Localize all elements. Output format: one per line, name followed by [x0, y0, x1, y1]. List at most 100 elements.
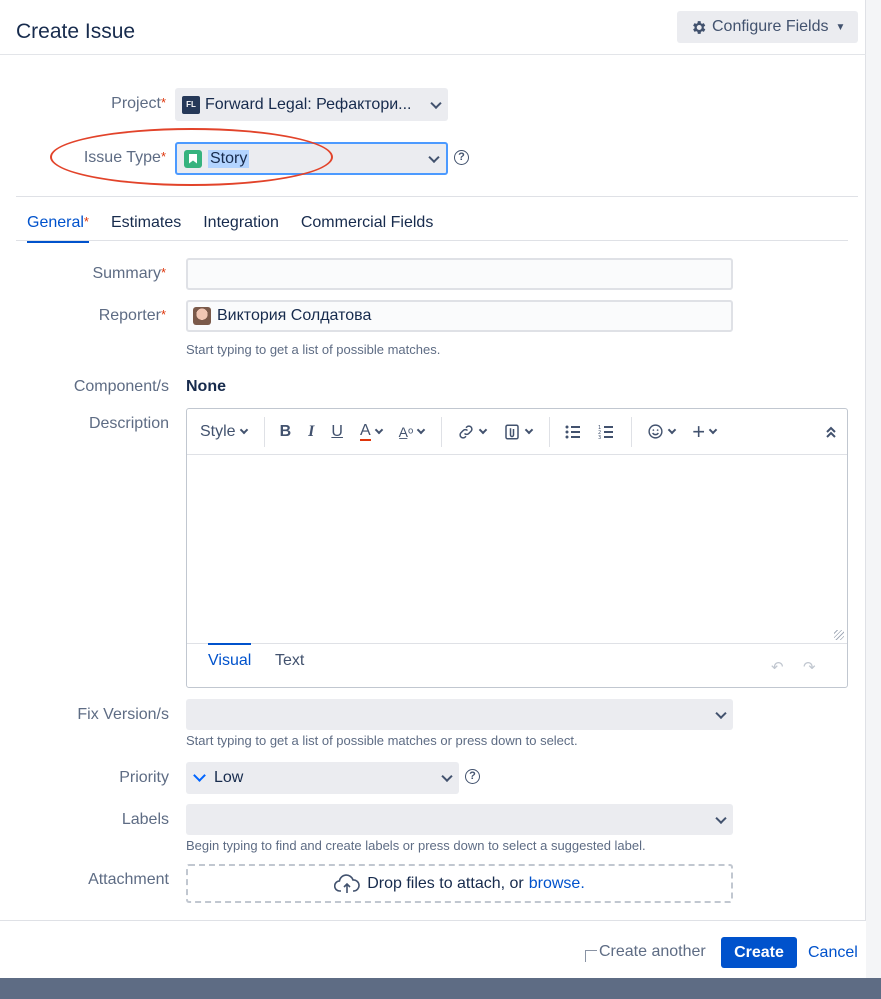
insert-more-icon[interactable]: +	[692, 420, 718, 444]
tab-integration[interactable]: Integration	[203, 214, 279, 240]
field-tabs: General* Estimates Integration Commercia…	[27, 214, 455, 243]
summary-input[interactable]	[186, 258, 733, 290]
priority-low-icon	[193, 769, 206, 782]
toolbar-separator	[549, 416, 551, 447]
tab-visual[interactable]: Visual	[208, 643, 252, 670]
chevron-down-icon	[524, 425, 534, 434]
priority-label: Priority	[119, 769, 169, 786]
toolbar-separator	[441, 416, 443, 447]
reporter-input[interactable]: Виктория Солдатова	[186, 300, 733, 332]
attachment-icon[interactable]	[503, 420, 534, 444]
project-avatar-icon: FL	[182, 95, 200, 114]
toolbar-separator	[263, 416, 265, 447]
issue-type-label: Issue Type*	[83, 149, 166, 166]
tab-general[interactable]: General*	[27, 214, 89, 243]
tabs-underline	[16, 240, 848, 241]
summary-label: Summary*	[92, 265, 166, 282]
configure-fields-button[interactable]: Configure Fields ▼	[677, 11, 858, 43]
numbered-list-icon[interactable]: 123	[598, 420, 614, 444]
cloud-upload-icon	[334, 873, 361, 893]
redo-icon[interactable]: ↷	[803, 658, 821, 676]
chevron-down-icon	[708, 425, 718, 434]
components-label: Component/s	[73, 378, 169, 395]
story-icon	[184, 149, 202, 168]
attachment-label: Attachment	[88, 871, 169, 888]
description-editor: Style B I U A A̲ᵒ 1 2 3 + Visual Text ↶ …	[186, 408, 848, 688]
section-divider	[16, 196, 858, 197]
undo-icon[interactable]: ↶	[771, 658, 789, 676]
priority-select[interactable]: Low	[186, 762, 459, 794]
required-marker: *	[160, 95, 166, 110]
chevron-down-icon	[441, 770, 453, 783]
backdrop-overlay	[0, 978, 881, 999]
chevron-down-icon	[478, 425, 488, 434]
checkbox-icon	[585, 950, 597, 962]
dialog-footer: Create another Create Cancel	[0, 920, 866, 978]
chevron-down-icon	[374, 425, 383, 434]
collapse-toolbar-icon[interactable]	[825, 420, 837, 444]
reporter-hint: Start typing to get a list of possible m…	[186, 342, 441, 357]
editor-toolbar: Style B I U A A̲ᵒ 1 2 3 +	[187, 409, 847, 455]
create-issue-dialog: Create Issue Configure Fields ▼ Project*…	[0, 0, 866, 978]
issue-type-select[interactable]: Story	[175, 142, 448, 175]
avatar	[193, 307, 211, 325]
description-label: Description	[88, 415, 169, 432]
scrollbar-track[interactable]	[866, 0, 881, 978]
link-icon[interactable]	[457, 420, 488, 444]
chevron-down-icon	[715, 707, 727, 719]
browse-link[interactable]: browse.	[529, 875, 585, 893]
reporter-value: Виктория Солдатова	[217, 307, 372, 324]
bullet-list-icon[interactable]	[565, 420, 581, 444]
required-marker: *	[160, 265, 166, 280]
tab-text[interactable]: Text	[275, 652, 304, 670]
attachment-dropzone[interactable]: Drop files to attach, or browse.	[186, 864, 733, 903]
resize-handle-icon[interactable]	[834, 630, 844, 640]
required-marker: *	[160, 307, 166, 322]
create-another-label: Create another	[599, 943, 706, 960]
chevron-down-icon	[667, 425, 677, 434]
project-label: Project*	[111, 95, 166, 112]
cancel-button[interactable]: Cancel	[808, 944, 858, 962]
fix-version-label: Fix Version/s	[77, 706, 169, 723]
required-marker: *	[83, 214, 89, 229]
help-icon[interactable]: ?	[454, 150, 469, 165]
dialog-header: Create Issue Configure Fields ▼	[0, 0, 866, 55]
labels-hint: Begin typing to find and create labels o…	[186, 838, 646, 853]
project-value: Forward Legal: Рефактори...	[205, 95, 412, 113]
chevron-down-icon	[715, 812, 727, 824]
chevron-down-icon	[428, 151, 440, 163]
issue-type-value: Story	[208, 149, 250, 168]
chevron-down-icon	[239, 425, 248, 434]
create-another-checkbox[interactable]: Create another	[585, 942, 706, 962]
underline-icon[interactable]: U	[331, 420, 343, 444]
labels-select[interactable]	[186, 804, 733, 835]
chevron-down-icon	[416, 425, 426, 434]
gear-icon	[693, 20, 706, 34]
priority-value: Low	[214, 769, 244, 786]
caret-down-icon: ▼	[835, 21, 846, 33]
components-value: None	[186, 378, 226, 395]
text-color-icon[interactable]: A	[359, 420, 383, 444]
labels-label: Labels	[121, 811, 169, 828]
dropzone-text: Drop files to attach, or	[367, 874, 524, 892]
reporter-label: Reporter*	[98, 307, 166, 324]
configure-fields-label: Configure Fields	[712, 18, 829, 35]
fix-version-hint: Start typing to get a list of possible m…	[186, 733, 578, 748]
more-formatting-icon[interactable]: A̲ᵒ	[399, 420, 426, 444]
create-button[interactable]: Create	[721, 937, 797, 968]
required-marker: *	[160, 149, 166, 164]
editor-mode-tabs: Visual Text ↶ ↷	[187, 643, 847, 687]
chevron-down-icon	[430, 97, 442, 109]
description-textarea[interactable]	[187, 455, 847, 643]
dialog-title: Create Issue	[16, 20, 136, 43]
tab-estimates[interactable]: Estimates	[111, 214, 181, 240]
style-dropdown[interactable]: Style	[200, 420, 248, 444]
help-icon[interactable]: ?	[465, 769, 480, 784]
emoji-icon[interactable]	[647, 420, 677, 444]
bold-icon[interactable]: B	[280, 420, 292, 444]
italic-icon[interactable]: I	[308, 420, 314, 444]
fix-version-select[interactable]	[186, 699, 733, 730]
project-select[interactable]: FL Forward Legal: Рефактори...	[175, 88, 448, 121]
tab-commercial-fields[interactable]: Commercial Fields	[301, 214, 433, 240]
toolbar-separator	[631, 416, 633, 447]
